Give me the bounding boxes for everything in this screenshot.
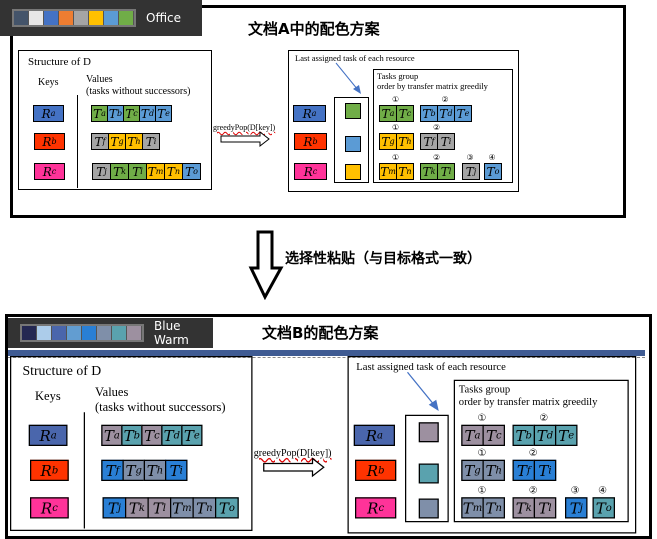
last-task-square [345, 164, 361, 180]
last-assigned-label: Last assigned task of each resource [295, 53, 415, 63]
group-task-Th: Th [396, 133, 414, 150]
group-task-Tf: Tf [420, 133, 438, 150]
palette-name: Office [146, 11, 182, 25]
group-order-number: ① [392, 95, 400, 104]
last-task-square [345, 103, 361, 119]
group-order-number: ② [433, 123, 441, 132]
paste-label: 选择性粘贴（与目标格式一致） [285, 251, 481, 267]
swatch [104, 11, 119, 25]
tasks-group-title: Tasks group [458, 382, 511, 395]
group-task-Tl: Tl [437, 163, 455, 180]
diagram-b: Structure of D Keys Values (tasks without s… [10, 356, 641, 537]
right-arrow-icon [220, 130, 270, 148]
group-task-Tj: Tj [565, 497, 588, 519]
swatch [112, 326, 127, 340]
last-task-square [418, 422, 439, 443]
group-task-Tc: Tc [396, 105, 414, 122]
group-task-Tf: Tf [512, 459, 535, 481]
swatch [67, 326, 82, 340]
group-task-Tb: Tb [512, 424, 535, 446]
tasks-group-subtitle: order by transfer matrix greedily [458, 394, 598, 408]
group-task-Tg: Tg [461, 459, 484, 481]
group-order-number: ① [392, 123, 400, 132]
group-order-number: ③ [570, 484, 580, 496]
swatch [97, 326, 112, 340]
group-task-Tk: Tk [512, 497, 535, 519]
palette-swatches [20, 324, 144, 342]
down-arrow-icon [248, 230, 284, 300]
group-task-To: To [484, 163, 502, 180]
group-task-Te: Te [454, 105, 472, 122]
group-order-number: ① [477, 484, 487, 496]
group-order-number: ① [477, 412, 487, 424]
swatch [59, 11, 74, 25]
palette-blue-warm[interactable]: Blue Warm [8, 318, 213, 348]
group-task-Tk: Tk [420, 163, 438, 180]
group-order-number: ① [477, 447, 487, 459]
group-task-To: To [592, 497, 615, 519]
group-order-number: ② [539, 412, 549, 424]
tasks-group-title: Tasks group [377, 71, 419, 81]
group-task-Td: Td [533, 424, 557, 446]
group-task-Th: Th [482, 459, 505, 481]
group-task-Tm: Tm [379, 163, 397, 180]
group-task-Ta: Ta [461, 424, 484, 446]
group-task-Ti: Ti [533, 459, 557, 481]
swatch [89, 11, 104, 25]
tasks-group-subtitle: order by transfer matrix greedily [377, 81, 488, 91]
group-order-number: ② [441, 95, 449, 104]
last-assigned-label: Last assigned task of each resource [356, 359, 506, 373]
swatch [37, 326, 52, 340]
group-order-number: ④ [598, 484, 608, 496]
palette-office[interactable]: Office [0, 0, 202, 36]
group-order-number: ① [392, 153, 400, 162]
group-task-Tl: Tl [533, 497, 557, 519]
group-task-Tc: Tc [482, 424, 505, 446]
group-task-Tm: Tm [461, 497, 484, 519]
group-task-Tj: Tj [462, 163, 480, 180]
group-task-Tg: Tg [379, 133, 397, 150]
group-order-number: ③ [466, 153, 474, 162]
group-task-Ta: Ta [379, 105, 397, 122]
swatch [82, 326, 97, 340]
group-task-Tb: Tb [420, 105, 438, 122]
group-order-number: ② [528, 447, 538, 459]
group-task-Tn: Tn [482, 497, 505, 519]
group-task-Te: Te [555, 424, 578, 446]
swatch [29, 11, 44, 25]
document-b-title: 文档B的配色方案 [262, 324, 379, 342]
last-task-square [418, 498, 439, 519]
group-order-number: ② [528, 484, 538, 496]
last-task-square [345, 136, 361, 152]
group-task-Td: Td [437, 105, 455, 122]
diagram-a: Structure of D Keys Values (tasks without s… [18, 50, 523, 195]
palette-name: Blue Warm [154, 319, 189, 347]
group-task-Tn: Tn [396, 163, 414, 180]
swatch [52, 326, 67, 340]
swatch [74, 11, 89, 25]
last-task-square [418, 463, 439, 484]
canvas: Office 文档A中的配色方案 Structure of D Keys Value… [0, 0, 657, 539]
swatch [127, 326, 142, 340]
swatch [119, 11, 134, 25]
group-task-Ti: Ti [437, 133, 455, 150]
right-arrow-icon [263, 457, 325, 478]
swatch [44, 11, 59, 25]
group-order-number: ② [433, 153, 441, 162]
swatch [14, 11, 29, 25]
group-order-number: ④ [488, 153, 496, 162]
palette-swatches [12, 9, 136, 27]
document-a-title: 文档A中的配色方案 [248, 20, 380, 38]
swatch [22, 326, 37, 340]
